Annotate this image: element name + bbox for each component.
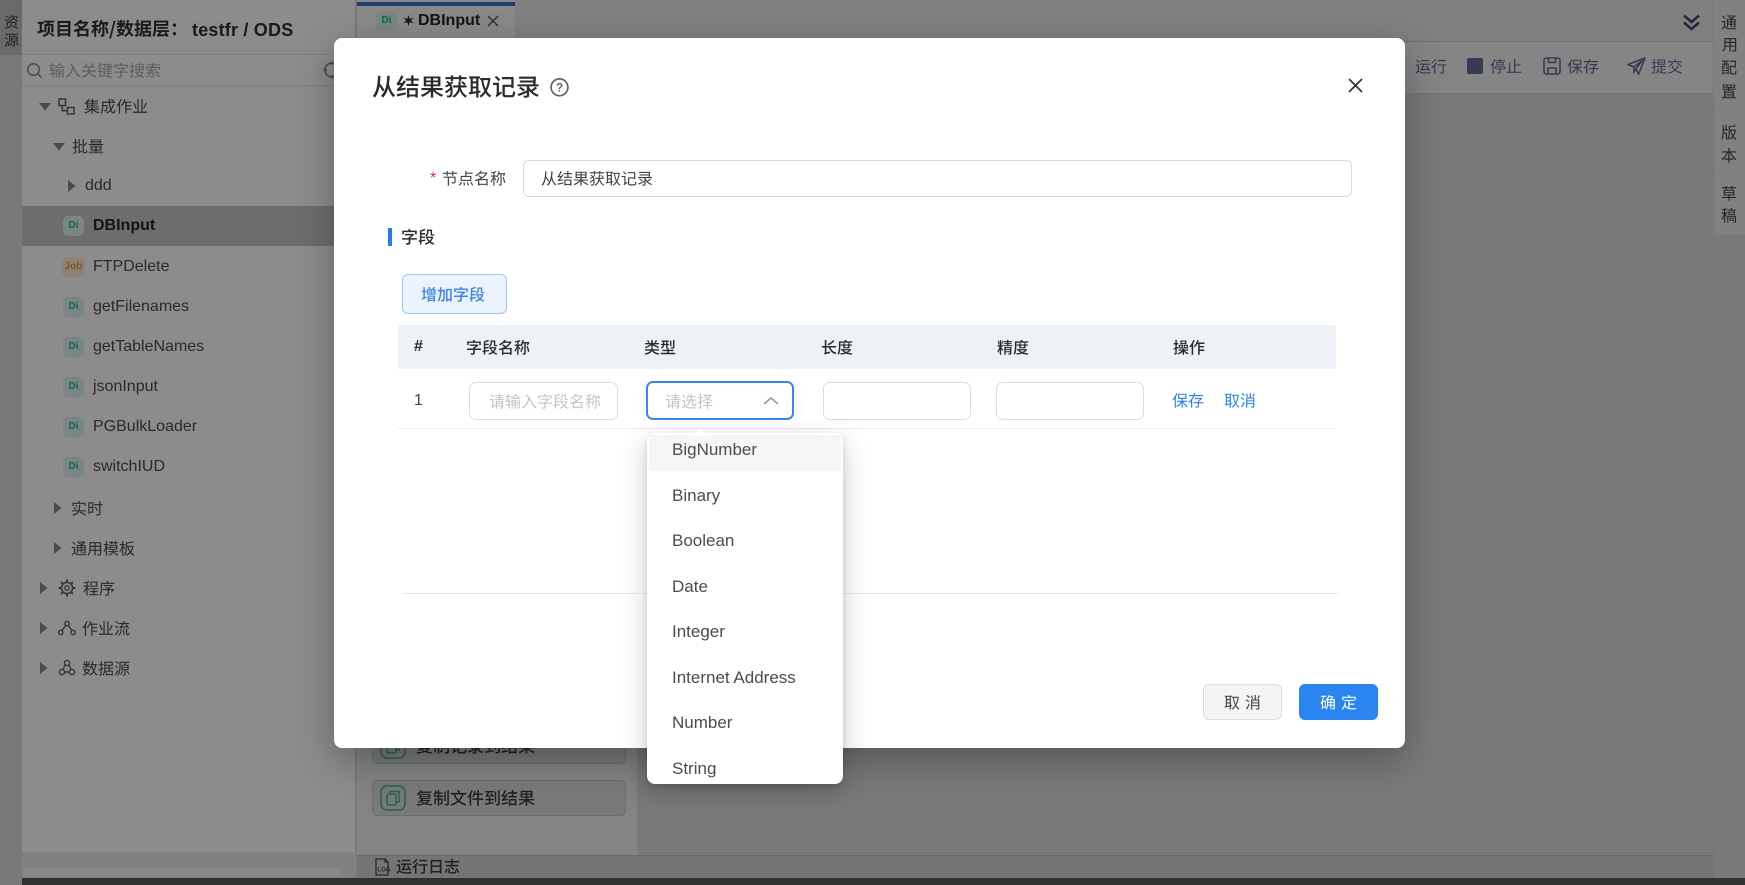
svg-text:?: ?: [556, 81, 563, 95]
